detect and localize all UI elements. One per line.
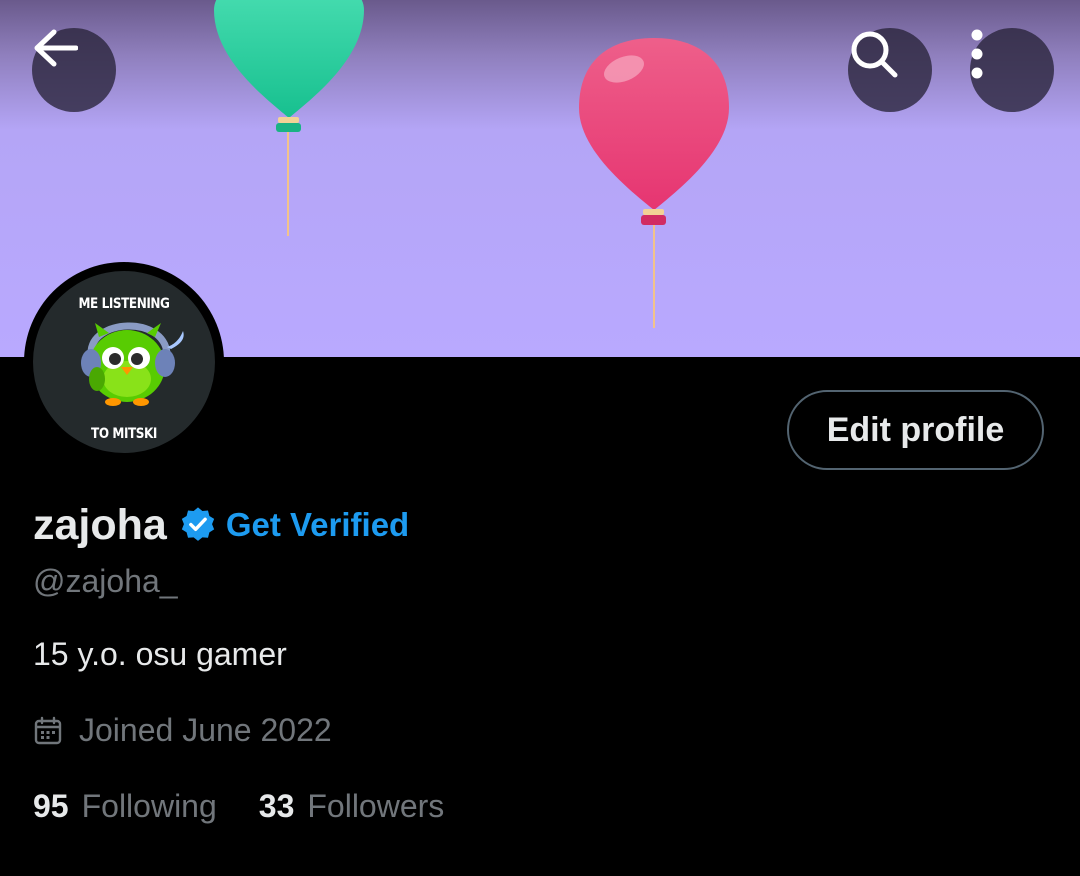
joined-date: Joined June 2022 xyxy=(33,712,332,749)
profile-page: ME LISTENING TO MITSKI Edit profile zajo… xyxy=(0,0,1080,876)
arrow-left-icon xyxy=(34,29,78,67)
search-button[interactable] xyxy=(848,28,932,112)
avatar-caption-top: ME LISTENING xyxy=(78,296,170,312)
profile-bio: 15 y.o. osu gamer xyxy=(33,636,287,672)
verified-badge-icon[interactable] xyxy=(179,506,217,544)
green-balloon xyxy=(214,0,364,236)
avatar-caption-bottom: TO MITSKI xyxy=(91,426,157,442)
more-options-button[interactable] xyxy=(970,28,1054,112)
edit-profile-button[interactable]: Edit profile xyxy=(787,390,1044,470)
back-button[interactable] xyxy=(32,28,116,112)
calendar-icon xyxy=(34,716,62,744)
follow-stats: 95 Following 33 Followers xyxy=(33,788,444,825)
following-link[interactable]: 95 Following xyxy=(33,788,217,825)
search-icon xyxy=(851,31,898,78)
joined-text: Joined June 2022 xyxy=(79,712,332,748)
followers-link[interactable]: 33 Followers xyxy=(259,788,445,825)
get-verified-link[interactable]: Get Verified xyxy=(226,506,409,544)
name-row: zajoha Get Verified xyxy=(33,498,409,552)
followers-count: 33 xyxy=(258,788,295,824)
following-label: Following xyxy=(81,788,217,824)
display-name: zajoha xyxy=(33,500,167,549)
following-count: 95 xyxy=(33,788,69,824)
profile-handle: @zajoha_ xyxy=(33,563,178,599)
avatar[interactable]: ME LISTENING TO MITSKI xyxy=(24,262,224,462)
followers-label: Followers xyxy=(307,788,445,824)
red-balloon xyxy=(579,38,729,328)
more-vertical-icon xyxy=(971,29,983,79)
avatar-image: ME LISTENING TO MITSKI xyxy=(33,271,215,453)
